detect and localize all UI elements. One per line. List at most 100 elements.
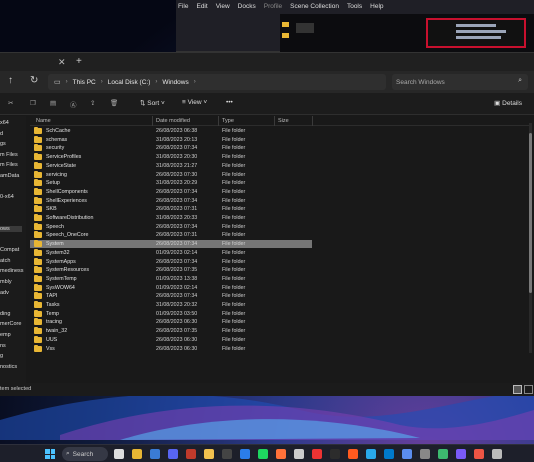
search-input[interactable]: Search Windows ⌕ — [392, 74, 528, 90]
sidebar-item[interactable]: x64 — [0, 120, 9, 126]
sidebar-item[interactable]: amData — [0, 173, 19, 179]
scrollbar-thumb[interactable] — [529, 133, 532, 293]
sidebar-item[interactable]: nostics — [0, 364, 17, 370]
breadcrumb-this-pc[interactable]: This PC — [73, 79, 96, 86]
app-taskbar-icon[interactable] — [492, 449, 502, 459]
breadcrumb-windows[interactable]: Windows — [162, 79, 188, 86]
column-divider[interactable] — [274, 116, 275, 126]
vertical-scrollbar[interactable] — [529, 123, 532, 353]
app-taskbar-icon[interactable] — [420, 449, 430, 459]
background-app-window[interactable]: File Edit View Docks Profile Scene Colle… — [176, 0, 534, 52]
file-explorer-window[interactable]: ✕ + ↑ ↻ ▭ › This PC › Local Disk (C:) › … — [0, 52, 534, 396]
app-taskbar-icon[interactable] — [186, 449, 196, 459]
file-row[interactable]: Vss 26/08/2023 06:30 File folder — [30, 344, 312, 353]
menu-profile[interactable]: Profile — [264, 3, 282, 10]
more-options-button[interactable]: ••• — [226, 99, 233, 106]
menu-edit[interactable]: Edit — [196, 3, 207, 10]
sidebar-item[interactable]: adv — [0, 290, 9, 296]
column-name[interactable]: Name — [36, 118, 51, 124]
file-row[interactable]: SKB 26/08/2023 07:31 File folder — [30, 205, 312, 213]
discord-taskbar-icon[interactable] — [168, 449, 178, 459]
file-row[interactable]: servicing 26/08/2023 07:30 File folder — [30, 170, 312, 179]
view-button[interactable]: ≡ View ˅ — [182, 99, 207, 106]
sidebar-item[interactable]: merCore — [0, 321, 21, 327]
file-explorer-taskbar-icon[interactable] — [132, 449, 142, 459]
sidebar-item[interactable]: d — [0, 131, 3, 137]
settings-taskbar-icon[interactable] — [222, 449, 232, 459]
sidebar-item[interactable]: mediness — [0, 268, 24, 274]
file-row[interactable]: schemas 31/08/2023 20:13 File folder — [30, 135, 312, 144]
file-list[interactable]: Name Date modified Type Size SchCache 26/… — [30, 116, 530, 381]
file-row[interactable]: SystemApps 26/08/2023 07:34 File folder — [30, 257, 312, 266]
sidebar-item[interactable]: gs — [0, 141, 6, 147]
new-tab-icon[interactable]: + — [76, 56, 82, 67]
file-row[interactable]: ServiceState 31/08/2023 21:27 File folder — [30, 161, 312, 170]
tiles-view-icon[interactable] — [524, 385, 533, 394]
menu-view[interactable]: View — [216, 3, 230, 10]
file-row[interactable]: ServiceProfiles 31/08/2023 20:30 File fold… — [30, 153, 312, 161]
file-row[interactable]: ShellComponents 26/08/2023 07:34 File fold… — [30, 187, 312, 196]
file-row[interactable]: System32 01/09/2023 02:14 File folder — [30, 248, 312, 257]
sidebar-item[interactable]: ows — [0, 226, 22, 232]
app-taskbar-icon[interactable] — [348, 449, 358, 459]
details-button[interactable]: ▣ Details — [494, 99, 522, 107]
share-icon[interactable]: ⇪ — [90, 99, 95, 107]
scene-preview-frame[interactable] — [426, 18, 526, 48]
chrome-taskbar-icon[interactable] — [204, 449, 214, 459]
menu-docks[interactable]: Docks — [238, 3, 256, 10]
column-type[interactable]: Type — [222, 118, 234, 124]
obs-taskbar-icon[interactable] — [294, 449, 304, 459]
sidebar-item[interactable]: 0-x64 — [0, 194, 14, 200]
terminal-taskbar-icon[interactable] — [330, 449, 340, 459]
close-tab-icon[interactable]: ✕ — [58, 57, 66, 68]
task-view-icon[interactable] — [114, 449, 124, 459]
vscode-taskbar-icon[interactable] — [384, 449, 394, 459]
navigation-pane[interactable]: x64 d gs m Files m Files amData 0-x64 ows Compat… — [0, 116, 26, 386]
sort-button[interactable]: ⇅ Sort ˅ — [140, 99, 165, 107]
store-taskbar-icon[interactable] — [150, 449, 160, 459]
file-row[interactable]: SysWOW64 01/09/2023 02:14 File folder — [30, 283, 312, 292]
app-taskbar-icon[interactable] — [312, 449, 322, 459]
file-row[interactable]: SystemTemp 01/09/2023 13:38 File folder — [30, 274, 312, 283]
spotify-taskbar-icon[interactable] — [258, 449, 268, 459]
file-row[interactable]: UUS 26/08/2023 06:30 File folder — [30, 335, 312, 344]
file-row[interactable]: Speech 26/08/2023 07:34 File folder — [30, 222, 312, 231]
sidebar-item[interactable]: Compat — [0, 247, 19, 253]
app-taskbar-icon[interactable] — [438, 449, 448, 459]
telegram-taskbar-icon[interactable] — [366, 449, 376, 459]
paste-icon[interactable]: ▤ — [50, 99, 56, 107]
menu-file[interactable]: File — [178, 3, 188, 10]
menu-help[interactable]: Help — [370, 3, 383, 10]
edge-taskbar-icon[interactable] — [240, 449, 250, 459]
column-size[interactable]: Size — [278, 118, 289, 124]
sidebar-item[interactable]: ns — [0, 343, 6, 349]
sidebar-item[interactable]: ding — [0, 311, 10, 317]
file-row[interactable]: Setup 31/08/2023 20:29 File folder — [30, 179, 312, 187]
up-arrow-icon[interactable]: ↑ — [8, 75, 13, 86]
column-divider[interactable] — [312, 116, 313, 126]
firefox-taskbar-icon[interactable] — [276, 449, 286, 459]
address-bar[interactable]: ▭ › This PC › Local Disk (C:) › Windows … — [48, 74, 386, 90]
file-row[interactable]: Speech_OneCore 26/08/2023 07:31 File folde… — [30, 231, 312, 239]
refresh-icon[interactable]: ↻ — [30, 75, 38, 86]
file-row[interactable]: SoftwareDistribution 31/08/2023 20:33 File… — [30, 214, 312, 222]
file-row[interactable]: twain_32 26/08/2023 07:35 File folder — [30, 327, 312, 335]
cut-icon[interactable]: ✂ — [8, 99, 13, 107]
column-divider[interactable] — [152, 116, 153, 126]
sidebar-item[interactable]: emp — [0, 332, 11, 338]
sidebar-item[interactable]: g — [0, 353, 3, 359]
file-row[interactable]: TAPI 26/08/2023 07:34 File folder — [30, 292, 312, 300]
rename-icon[interactable]: Ⓐ — [70, 99, 77, 109]
sidebar-item[interactable]: m Files — [0, 162, 18, 168]
file-row[interactable]: tracing 26/08/2023 06:30 File folder — [30, 318, 312, 326]
menu-scene-collection[interactable]: Scene Collection — [290, 3, 339, 10]
file-row[interactable]: Tasks 31/08/2023 20:32 File folder — [30, 301, 312, 309]
app-taskbar-icon[interactable] — [474, 449, 484, 459]
file-row[interactable]: SchCache 26/08/2023 06:38 File folder — [30, 127, 312, 135]
details-view-icon[interactable] — [513, 385, 522, 394]
delete-icon[interactable]: 🗑︎ — [110, 99, 118, 107]
taskbar-search[interactable]: ⌕ Search — [62, 447, 108, 461]
file-row[interactable]: Temp 01/09/2023 03:50 File folder — [30, 309, 312, 318]
file-row[interactable]: SystemResources 26/08/2023 07:35 File fold… — [30, 266, 312, 274]
start-button[interactable] — [45, 449, 55, 459]
